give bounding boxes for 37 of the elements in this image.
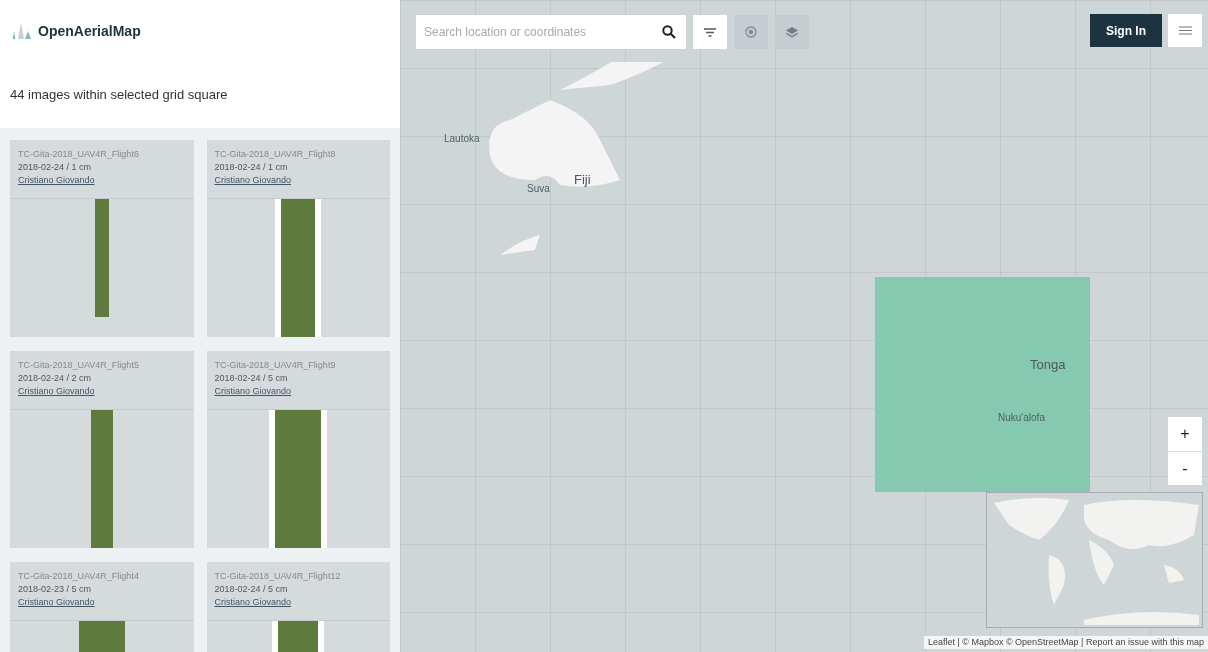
image-meta: 2018-02-24 / 5 cm (214, 372, 288, 385)
author-link[interactable]: Cristiano Giovando (18, 174, 95, 187)
image-card[interactable]: TC-Gita-2018_UAV4R_Flight4 2018-02-23 / 5 cm Cristiano Giovando (10, 562, 194, 652)
search-field[interactable]: Search location or coordinates (416, 15, 686, 49)
author-link[interactable]: Cristiano Giovando (18, 596, 95, 609)
image-card[interactable]: TC-Gita-2018_UAV4R_Flight12 2018-02-24 / 5 cm Cristiano Giovando (206, 562, 390, 652)
image-card[interactable]: TC-Gita-2018_UAV4R_Flight5 2018-02-24 / 2 cm Cristiano Giovando (10, 351, 194, 548)
image-card[interactable]: TC-Gita-2018_UAV4R_Flight9 2018-02-24 / 5 cm Cristiano Giovando (206, 351, 390, 548)
city-label: Lautoka (444, 132, 480, 146)
image-title: TC-Gita-2018_UAV4R_Flight8 (214, 148, 336, 161)
app-title[interactable]: OpenAerialMap (38, 20, 141, 42)
city-label: Nuku'alofa (998, 411, 1045, 425)
city-label: Suva (527, 182, 550, 196)
author-link[interactable]: Cristiano Giovando (18, 385, 95, 398)
image-meta: 2018-02-24 / 5 cm (214, 583, 288, 596)
map-attribution: Leaflet | © Mapbox © OpenStreetMap | Report an issue with this map (923, 635, 1208, 649)
map[interactable]: Lautoka Suva Fiji Tonga Nuku'alofa Search location or coordinates Sign In + - Leaflet | © Mapbox © OpenStreetMap | Report an issue with this map (400, 0, 1208, 652)
image-title: TC-Gita-2018_UAV4R_Flight4 (18, 570, 139, 583)
zoom-in-button[interactable]: + (1168, 417, 1202, 451)
image-meta: 2018-02-23 / 5 cm (18, 583, 92, 596)
sign-in-button[interactable]: Sign In (1090, 14, 1162, 47)
country-label: Tonga (1030, 356, 1066, 374)
image-title: TC-Gita-2018_UAV4R_Flight12 (214, 570, 341, 583)
image-title: TC-Gita-2018_UAV4R_Flight9 (214, 359, 336, 372)
image-card[interactable]: TC-Gita-2018_UAV4R_Flight8 2018-02-24 / 1 cm Cristiano Giovando (206, 140, 390, 337)
author-link[interactable]: Cristiano Giovando (214, 174, 292, 187)
results-heading: 44 images within selected grid square (10, 86, 228, 105)
image-meta: 2018-02-24 / 2 cm (18, 372, 92, 385)
image-card[interactable]: TC-Gita-2018_UAV4R_Flight6 2018-02-24 / 1 cm Cristiano Giovando (10, 140, 194, 337)
author-link[interactable]: Cristiano Giovando (214, 385, 292, 398)
image-title: TC-Gita-2018_UAV4R_Flight6 (18, 148, 139, 161)
image-title: TC-Gita-2018_UAV4R_Flight5 (18, 359, 139, 372)
country-label: Fiji (574, 171, 591, 189)
author-link[interactable]: Cristiano Giovando (214, 596, 292, 609)
image-meta: 2018-02-24 / 1 cm (214, 161, 288, 174)
image-meta: 2018-02-24 / 1 cm (18, 161, 92, 174)
zoom-out-button[interactable]: - (1168, 451, 1202, 485)
